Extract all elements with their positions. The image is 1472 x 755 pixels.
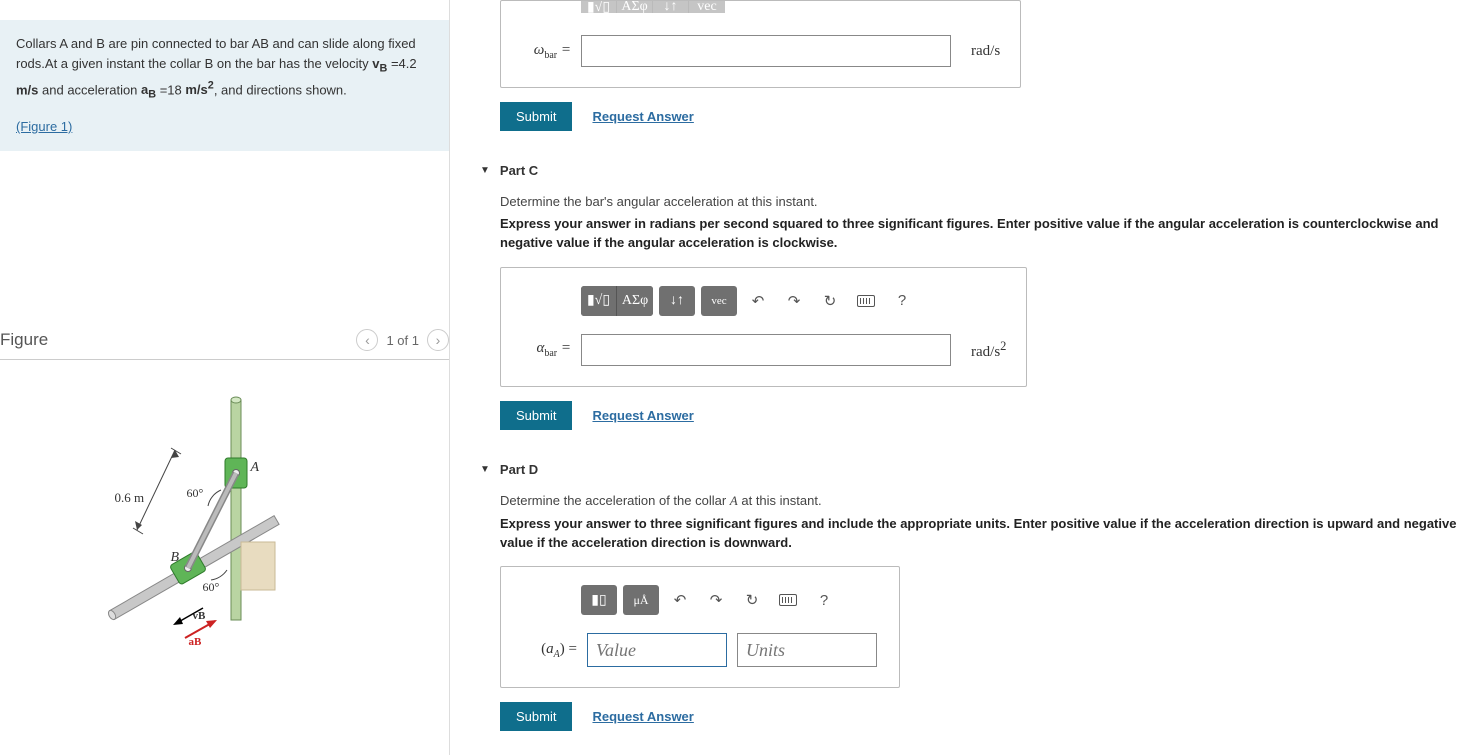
- partC-prompt: Determine the bar's angular acceleration…: [500, 194, 1462, 209]
- figure-header: Figure ‹ 1 of 1 ›: [0, 321, 449, 360]
- tb-templates-icon[interactable]: ▮√▯: [581, 1, 617, 13]
- figure-vB-label: vB: [193, 610, 206, 622]
- partD-value-input[interactable]: [587, 633, 727, 667]
- partD-hint: Express your answer to three significant…: [500, 515, 1462, 553]
- partC-header[interactable]: ▼ Part C: [460, 145, 1462, 186]
- partB-var-label: ωbar =: [525, 42, 571, 61]
- partB-answer-box: ▮√▯ΑΣφ↓↑vec ωbar = rad/s: [500, 0, 1021, 88]
- partD-prompt: Determine the acceleration of the collar…: [500, 493, 1462, 509]
- figure-angle2-label: 60°: [203, 580, 220, 595]
- partD-units-input[interactable]: [737, 633, 877, 667]
- tb-reset-icon[interactable]: ↻: [815, 287, 845, 315]
- tb-templates-icon[interactable]: ▮√▯: [581, 286, 617, 316]
- figure-dim-label: 0.6 m: [115, 490, 145, 506]
- figure-link[interactable]: (Figure 1): [16, 119, 72, 134]
- partD-header[interactable]: ▼ Part D: [460, 444, 1462, 485]
- figure-A-label: A: [251, 460, 260, 476]
- partD-title: Part D: [500, 462, 538, 477]
- tb-undo-icon[interactable]: ↶: [665, 586, 695, 614]
- partB-answer-input[interactable]: [581, 35, 951, 67]
- partD-var-label: (aA) =: [525, 641, 577, 660]
- collapse-icon: ▼: [480, 165, 490, 176]
- tb-help-icon[interactable]: ?: [809, 586, 839, 614]
- figure-B-label: B: [171, 550, 180, 566]
- tb-greek-icon[interactable]: ΑΣφ: [617, 1, 653, 13]
- tb-vec-icon[interactable]: vec: [701, 286, 737, 316]
- tb-redo-icon[interactable]: ↷: [701, 586, 731, 614]
- tb-reset-icon[interactable]: ↻: [737, 586, 767, 614]
- partC-var-label: αbar =: [525, 340, 571, 359]
- figure-title: Figure: [0, 330, 48, 350]
- collapse-icon: ▼: [480, 464, 490, 475]
- partC-answer-input[interactable]: [581, 334, 951, 366]
- tb-keyboard-icon[interactable]: [773, 586, 803, 614]
- tb-redo-icon[interactable]: ↷: [779, 287, 809, 315]
- partD-request-answer-link[interactable]: Request Answer: [592, 709, 693, 724]
- figure-diagram: 0.6 m 60° 60° A B vB aB: [75, 390, 375, 670]
- partC-unit-label: rad/s2: [971, 339, 1006, 361]
- tb-greek-icon[interactable]: ΑΣφ: [617, 286, 653, 316]
- problem-text: Collars A and B are pin connected to bar…: [16, 36, 416, 71]
- figure-prev-button[interactable]: ‹: [356, 329, 378, 351]
- partD-answer-box: ▮▯ μÅ ↶ ↷ ↻ ? (aA) =: [500, 566, 900, 688]
- tb-arrows-icon[interactable]: ↓↑: [659, 286, 695, 316]
- partD-submit-button[interactable]: Submit: [500, 702, 572, 731]
- partC-answer-box: ▮√▯ ΑΣφ ↓↑ vec ↶ ↷ ↻ ? αbar =: [500, 267, 1027, 387]
- partB-unit-label: rad/s: [971, 43, 1000, 60]
- figure-aB-label: aB: [189, 636, 202, 648]
- problem-statement: Collars A and B are pin connected to bar…: [0, 20, 449, 151]
- tb-undo-icon[interactable]: ↶: [743, 287, 773, 315]
- partC-request-answer-link[interactable]: Request Answer: [592, 408, 693, 423]
- partB-submit-button[interactable]: Submit: [500, 102, 572, 131]
- partC-submit-button[interactable]: Submit: [500, 401, 572, 430]
- partC-title: Part C: [500, 163, 538, 178]
- partC-hint: Express your answer in radians per secon…: [500, 215, 1462, 253]
- tb-frac-icon[interactable]: ▮▯: [581, 585, 617, 615]
- figure-counter: 1 of 1: [386, 333, 419, 348]
- tb-vec-icon[interactable]: vec: [689, 1, 725, 13]
- tb-arrows-icon[interactable]: ↓↑: [653, 1, 689, 13]
- tb-help-icon[interactable]: ?: [887, 287, 917, 315]
- partB-request-answer-link[interactable]: Request Answer: [592, 109, 693, 124]
- figure-next-button[interactable]: ›: [427, 329, 449, 351]
- figure-angle1-label: 60°: [187, 486, 204, 501]
- tb-keyboard-icon[interactable]: [851, 287, 881, 315]
- tb-units-icon[interactable]: μÅ: [623, 585, 659, 615]
